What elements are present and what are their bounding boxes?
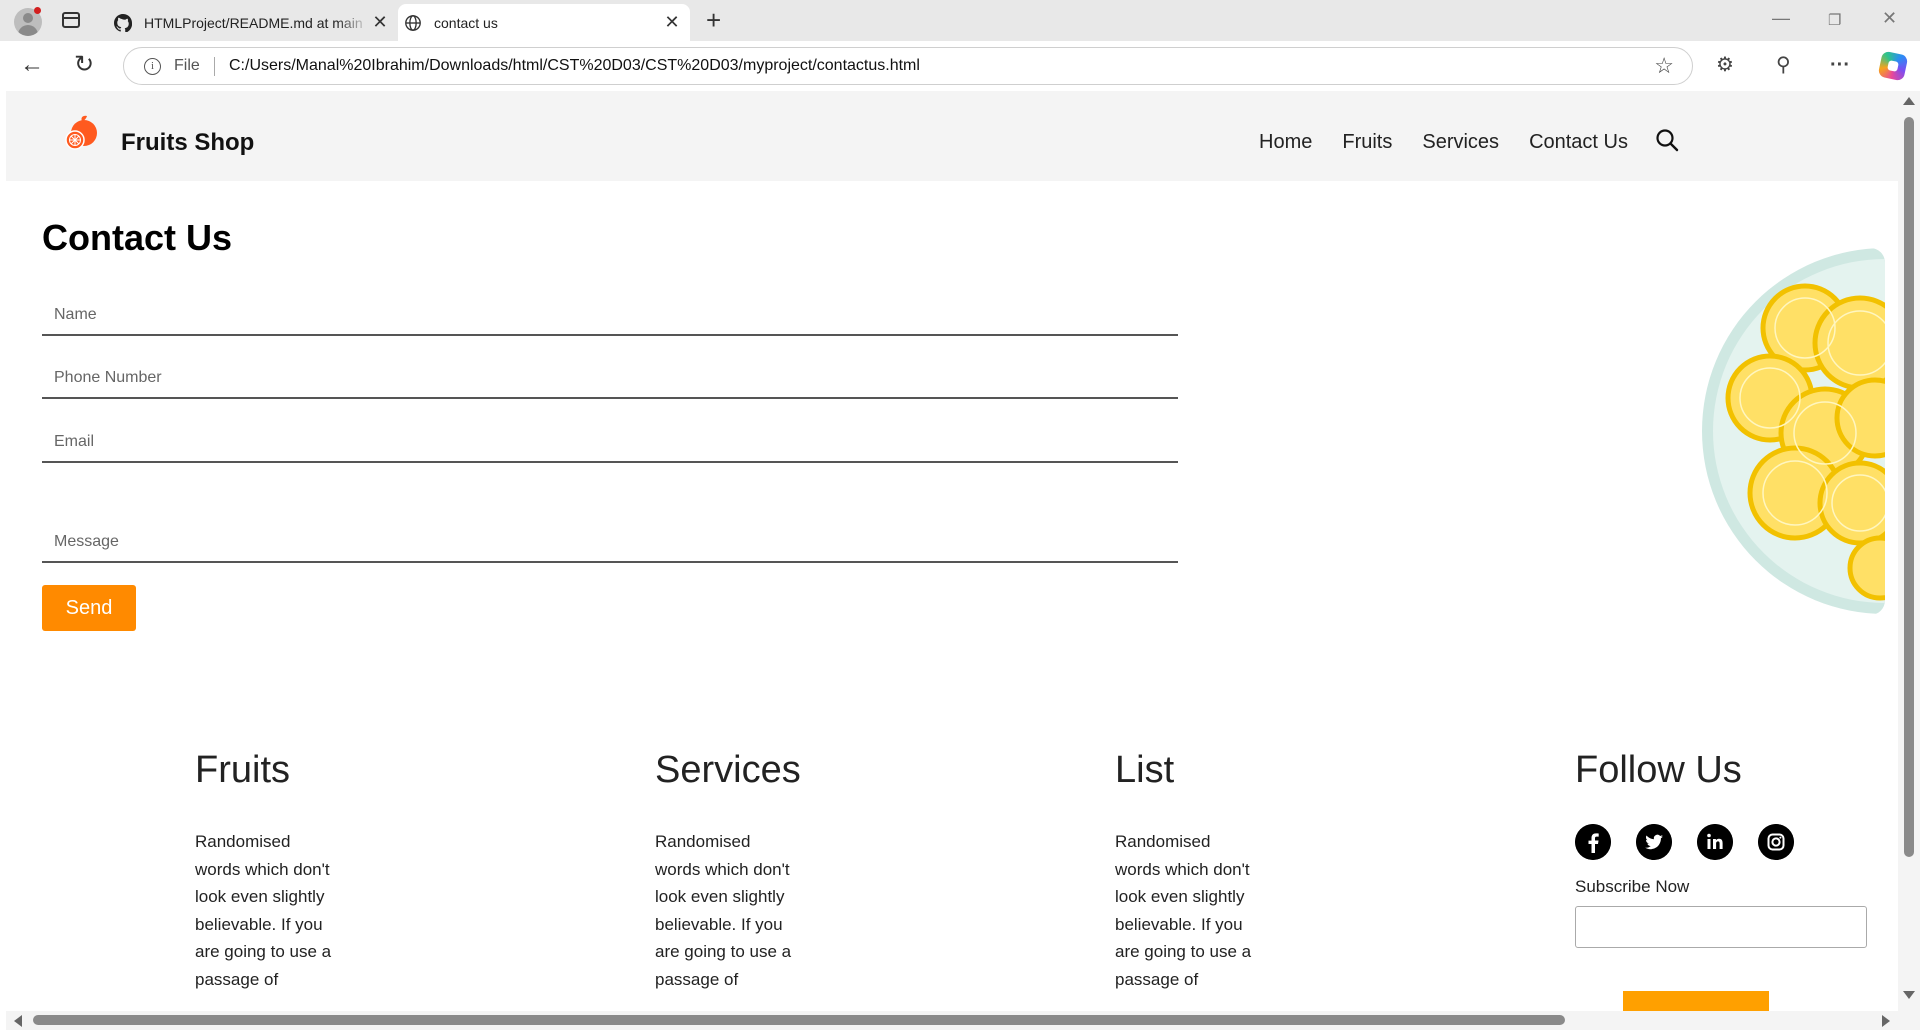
scroll-right-icon[interactable] — [1882, 1015, 1890, 1027]
scroll-left-icon[interactable] — [14, 1015, 22, 1027]
site-header: Fruits Shop Home Fruits Services Contact… — [6, 91, 1898, 181]
globe-icon — [405, 14, 421, 31]
footer-text: Randomised words which don't look even s… — [1115, 832, 1252, 989]
phone-input[interactable] — [42, 359, 1178, 399]
social-links — [1575, 824, 1867, 860]
horizontal-scrollbar[interactable] — [6, 1011, 1898, 1030]
copilot-icon[interactable] — [1877, 50, 1909, 82]
nav-contact-us[interactable]: Contact Us — [1529, 131, 1628, 154]
tab-contact-us[interactable]: contact us ✕ — [398, 4, 690, 41]
back-icon[interactable]: ← — [20, 51, 44, 79]
footer-column-services: Services Randomised words which don't lo… — [655, 749, 801, 993]
new-tab-icon[interactable]: + — [706, 6, 721, 34]
more-options-icon[interactable]: ··· — [1830, 51, 1850, 79]
orange-logo-icon[interactable] — [62, 113, 102, 153]
tab-title: HTMLProject/README.md at main — [144, 14, 363, 31]
tab-github-readme[interactable]: HTMLProject/README.md at main ✕ — [108, 4, 398, 41]
github-icon — [114, 13, 132, 32]
footer-heading: Services — [655, 749, 801, 791]
minimize-icon[interactable]: — — [1772, 8, 1790, 29]
extensions-icon[interactable]: ⚙ — [1716, 51, 1734, 79]
nav-fruits[interactable]: Fruits — [1342, 131, 1392, 154]
twitter-icon[interactable] — [1636, 824, 1672, 860]
subscribe-label: Subscribe Now — [1575, 877, 1690, 896]
close-tab-icon[interactable]: ✕ — [370, 12, 390, 33]
footer-text: Randomised words which don't look even s… — [655, 832, 792, 989]
scroll-up-icon[interactable] — [1903, 97, 1915, 105]
main-nav: Home Fruits Services Contact Us — [1259, 131, 1628, 154]
footer-heading: Follow Us — [1575, 749, 1742, 791]
restore-icon[interactable]: ❐ — [1828, 11, 1841, 29]
name-input[interactable] — [42, 296, 1178, 336]
footer-column-list: List Randomised words which don't look e… — [1115, 749, 1255, 993]
vertical-scrollbar[interactable] — [1898, 91, 1920, 1011]
footer-column-follow: Follow Us Subscribe Now — [1575, 749, 1867, 948]
browser-tab-bar: HTMLProject/README.md at main ✕ contact … — [0, 0, 1920, 41]
tab-actions-icon[interactable] — [62, 12, 80, 28]
send-button[interactable]: Send — [42, 585, 136, 631]
window-close-icon[interactable]: ✕ — [1882, 8, 1897, 29]
search-icon[interactable] — [1654, 127, 1680, 153]
address-bar[interactable]: i File C:/Users/Manal%20Ibrahim/Download… — [123, 47, 1693, 85]
scroll-down-icon[interactable] — [1903, 991, 1915, 999]
facebook-icon[interactable] — [1575, 824, 1611, 860]
close-tab-icon[interactable]: ✕ — [662, 12, 682, 33]
email-input[interactable] — [42, 423, 1178, 463]
subscribe-email-input[interactable] — [1575, 906, 1867, 948]
vertical-scroll-thumb[interactable] — [1904, 117, 1914, 857]
scheme-label: File — [174, 57, 200, 74]
footer-heading: Fruits — [195, 749, 290, 791]
horizontal-scroll-thumb[interactable] — [33, 1015, 1565, 1025]
brand-name[interactable]: Fruits Shop — [121, 129, 254, 157]
collections-icon[interactable]: ⚲ — [1776, 51, 1791, 79]
page-viewport: Fruits Shop Home Fruits Services Contact… — [6, 91, 1898, 1011]
address-bar-row: ← ↻ i File C:/Users/Manal%20Ibrahim/Down… — [0, 41, 1920, 91]
instagram-icon[interactable] — [1758, 824, 1794, 860]
reload-icon[interactable]: ↻ — [74, 51, 94, 79]
tab-title: contact us — [434, 14, 498, 31]
nav-home[interactable]: Home — [1259, 131, 1312, 154]
notification-dot — [34, 7, 41, 14]
footer-text: Randomised words which don't look even s… — [195, 832, 332, 989]
url-text[interactable]: C:/Users/Manal%20Ibrahim/Downloads/html/… — [229, 57, 920, 75]
lemon-plate-image — [1702, 248, 1885, 614]
linkedin-icon[interactable] — [1697, 824, 1733, 860]
info-icon[interactable]: i — [144, 58, 161, 75]
message-input[interactable] — [42, 523, 1178, 563]
favorite-star-icon[interactable]: ☆ — [1654, 53, 1674, 79]
subscribe-button[interactable] — [1623, 991, 1769, 1011]
page-title: Contact Us — [42, 217, 233, 258]
nav-services[interactable]: Services — [1422, 131, 1499, 154]
footer-heading: List — [1115, 749, 1175, 791]
footer-column-fruits: Fruits Randomised words which don't look… — [195, 749, 335, 993]
